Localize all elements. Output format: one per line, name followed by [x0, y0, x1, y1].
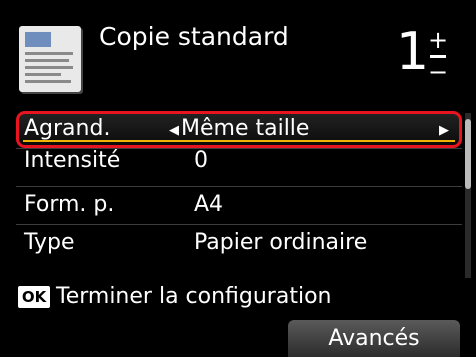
setting-label: Form. p.: [24, 192, 115, 217]
setting-value: Papier ordinaire: [194, 230, 368, 255]
arrow-right-icon[interactable]: ▶: [439, 123, 449, 138]
setting-row-media-type[interactable]: Type Papier ordinaire: [16, 224, 462, 262]
setting-value: Même taille: [181, 116, 310, 141]
setting-label: Intensité: [24, 148, 121, 173]
copy-screen: Copie standard 1 + − Agrand. ◀ Même tail…: [0, 0, 476, 357]
page-title: Copie standard: [99, 22, 289, 51]
scrollbar-thumb[interactable]: [465, 119, 471, 189]
arrow-left-icon[interactable]: ◀: [169, 123, 179, 138]
ok-key-icon: OK: [18, 286, 50, 308]
settings-list: Agrand. ◀ Même taille ▶ Intensité 0 Form…: [16, 111, 462, 262]
copies-count: 1: [396, 22, 430, 82]
scrollbar[interactable]: [465, 113, 471, 278]
setting-value: A4: [194, 192, 224, 217]
plus-icon[interactable]: +: [426, 28, 450, 52]
ok-hint-text: Terminer la configuration: [56, 284, 332, 309]
advanced-button[interactable]: Avancés: [288, 320, 460, 357]
setting-row-enlarge[interactable]: Agrand. ◀ Même taille ▶: [16, 111, 462, 148]
setting-label: Type: [24, 230, 75, 255]
minus-icon[interactable]: −: [426, 60, 450, 84]
copies-stepper[interactable]: + −: [426, 28, 450, 84]
document-icon: [19, 26, 81, 92]
setting-value: 0: [194, 148, 208, 173]
setting-row-paper-size[interactable]: Form. p. A4: [16, 186, 462, 224]
setting-row-intensity[interactable]: Intensité 0: [16, 148, 462, 186]
setting-label: Agrand.: [24, 116, 111, 141]
